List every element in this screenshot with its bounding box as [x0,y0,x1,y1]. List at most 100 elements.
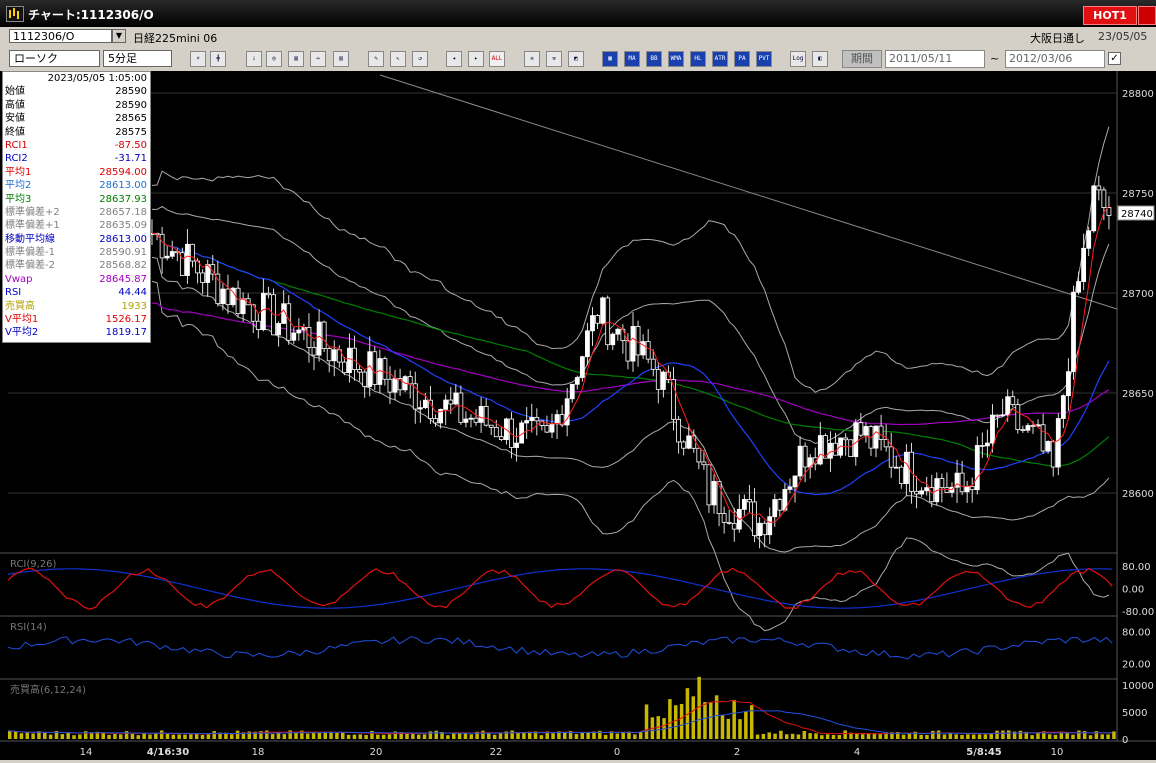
price-tick-label: 28700 [1122,289,1154,300]
color-icon[interactable]: ◩ [568,51,584,67]
info-label: V平均1 [5,314,39,326]
volume-bar [732,699,736,739]
pvt-button[interactable]: PVT [756,51,772,67]
volume-bar [644,704,649,739]
candle-body [1055,418,1061,468]
candle-body [904,451,909,485]
volume-bar [1077,730,1081,739]
symbol-dropdown-icon[interactable]: ▼ [112,29,126,43]
candle-body [341,361,347,374]
volume-bar [989,733,993,739]
grid-icon[interactable]: ▦ [602,51,618,67]
chart-area[interactable]: 28800 28750 28700 28650 28600 28740 RCI(9,26) 8… [0,71,1156,760]
candle-body [443,399,449,410]
volume-bar [381,734,386,739]
info-value: -87.50 [114,139,147,151]
candle-body [898,466,904,485]
hl-button[interactable]: HL [690,51,706,67]
volume-bar [1112,731,1116,739]
info-row: 高値 28590 [3,99,150,112]
info-label: 移動平均線 [5,233,55,245]
info-label: 平均3 [5,193,32,205]
candle-body [843,437,849,441]
wma-button[interactable]: WMA [668,51,684,67]
download-icon[interactable]: ⇩ [246,51,262,67]
left-bar-icon[interactable]: ◂ [446,51,462,67]
candle-body [676,418,681,443]
candle-body [255,320,261,330]
candle-body [306,327,312,348]
search-chart-icon[interactable]: ◎ [266,51,282,67]
time-axis-label: 20 [370,747,383,758]
volume-bar [779,730,783,739]
candle-body [483,406,489,426]
volume-bar [773,733,777,739]
rci-tick-label: 0.00 [1122,585,1144,596]
candle-body [595,315,600,324]
candle-body [1000,414,1006,417]
bar-chart-icon[interactable]: ▥ [288,51,304,67]
split-icon[interactable]: ◧ [812,51,828,67]
date-to-input[interactable]: 2012/03/06 [1005,50,1105,68]
all-button[interactable]: ALL [489,51,505,67]
pointer-icon[interactable]: ↖ [390,51,406,67]
ma-button[interactable]: MA [624,51,640,67]
chart-type-select[interactable]: ローソク [9,50,100,67]
atr-button[interactable]: ATR [712,51,728,67]
volume-tick-label: 10000 [1122,681,1154,692]
volume-bar [726,718,731,739]
log-button[interactable]: Log [790,51,806,67]
info-value: 28645.87 [99,273,147,285]
range-checkbox[interactable]: ✓ [1108,52,1121,65]
bb-button[interactable]: BB [646,51,662,67]
pa-button[interactable]: PA [734,51,750,67]
volume-bar [668,699,672,739]
candle-body [225,288,231,306]
volume-bar [1001,730,1005,739]
tool-icon[interactable]: ⚒ [546,51,562,67]
zoom-icon[interactable]: ⌕ [190,51,206,67]
volume-bar [457,733,462,739]
info-row: 標準偏差+1 28635.09 [3,219,150,232]
close-button[interactable] [1138,6,1156,25]
cursor-icon[interactable]: ╋ [210,51,226,67]
volume-bar [1007,730,1011,739]
candle-body [296,329,302,334]
interval-select[interactable]: 5分足 [103,50,172,67]
symbol-input[interactable]: 1112306/O [9,29,112,43]
price-chart[interactable]: 28800 28750 28700 28650 28600 28740 RCI(9,26) 8… [0,71,1156,760]
volume-bar [1036,732,1040,739]
candle-body [650,358,656,370]
info-row: 平均1 28594.00 [3,166,150,179]
period-button[interactable]: 期間 [842,50,882,68]
candle-body [534,416,540,422]
date-from-input[interactable]: 2011/05/11 [885,50,985,68]
volume-bar [270,734,275,739]
session-label: 大阪日通し [1030,32,1085,45]
volume-bar [130,733,135,739]
volume-bar [265,730,269,739]
settings-icon[interactable]: ✲ [524,51,540,67]
candle-body [792,475,798,488]
undo-icon[interactable]: ↺ [412,51,428,67]
volume-bar [563,732,567,739]
candle-body [478,406,484,423]
volume-bar [107,734,111,739]
candle-body [802,445,808,468]
candle-body [423,399,428,409]
candle-body [1060,395,1066,419]
draw-icon[interactable]: ✎ [368,51,384,67]
toolbar: ローソク 5分足 ⌕ ╋ ⇩ ◎ ▥ ⇔ ▤ ✎ ↖ ↺ ◂ ▸ ALL ✲ ⚒… [0,47,1156,71]
hot-button[interactable]: HOT1 [1083,6,1137,25]
candle-body [660,371,666,390]
right-bar-icon[interactable]: ▸ [468,51,484,67]
candle-body [169,251,175,257]
disabled-icon[interactable]: ▤ [333,51,349,67]
volume-bar [744,711,748,739]
candle-body [463,418,469,423]
candle-body [767,516,773,536]
volume-bar [603,734,608,739]
compare-icon[interactable]: ⇔ [310,51,326,67]
candle-body [240,298,246,315]
volume-bar [364,734,368,739]
